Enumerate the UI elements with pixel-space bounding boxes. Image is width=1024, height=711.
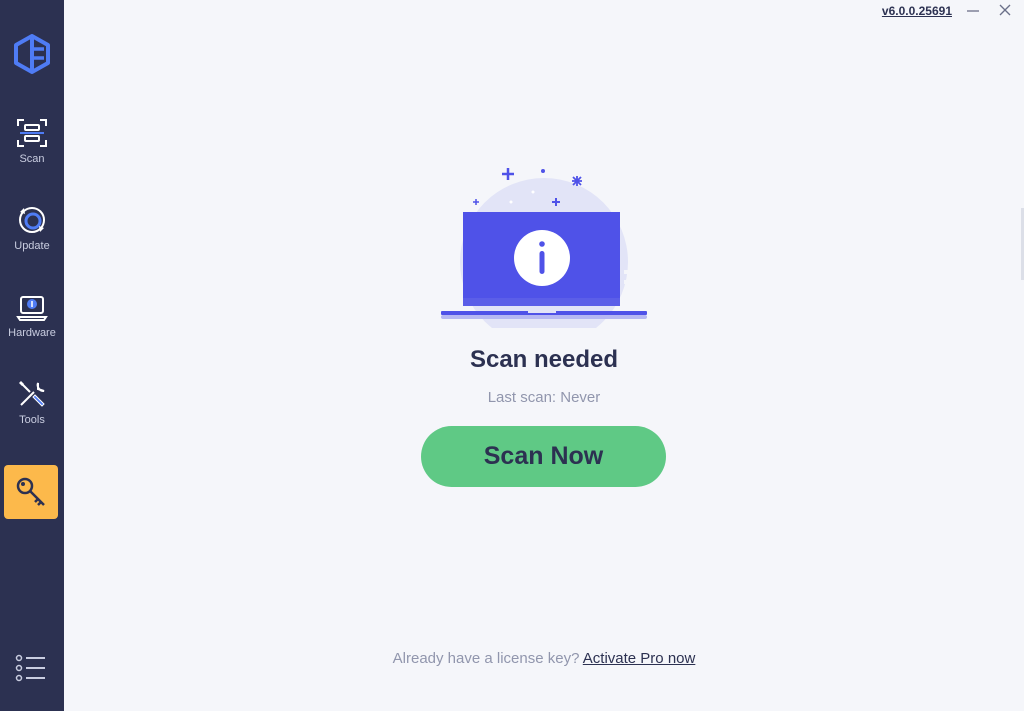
minimize-icon[interactable]	[958, 0, 988, 22]
sidebar-item-scan[interactable]: Scan	[0, 117, 64, 197]
license-prompt-text: Already have a license key?	[392, 650, 580, 667]
app-window: Scan Update Hardware Tools v6.0.0.25691 …	[0, 0, 1024, 711]
laptop-info-illustration	[438, 168, 650, 328]
sidebar-item-label: Scan	[19, 153, 45, 165]
scan-icon	[17, 119, 47, 147]
sidebar-item-tools[interactable]: Tools	[0, 378, 64, 458]
key-icon	[16, 477, 45, 506]
last-scan-text: Last scan: Never	[487, 389, 601, 406]
app-logo-icon	[14, 34, 50, 74]
sidebar-item-label: Hardware	[8, 327, 56, 339]
update-icon	[19, 207, 45, 233]
sidebar-item-hardware[interactable]: Hardware	[0, 291, 64, 371]
license-prompt: Already have a license key? Activate Pro…	[64, 650, 1024, 667]
version-label[interactable]: v6.0.0.25691	[882, 4, 952, 18]
activate-pro-link[interactable]: Activate Pro now	[583, 650, 696, 667]
sidebar-item-label: Update	[14, 240, 50, 252]
scan-now-button[interactable]: Scan Now	[421, 426, 666, 487]
sidebar-item-label: Tools	[19, 414, 45, 426]
status-title: Scan needed	[469, 346, 619, 373]
sidebar-item-license[interactable]	[4, 465, 58, 519]
sidebar: Scan Update Hardware Tools	[0, 0, 64, 711]
close-icon[interactable]	[990, 0, 1020, 22]
menu-icon[interactable]	[15, 654, 47, 682]
tools-icon	[19, 381, 45, 407]
sidebar-item-update[interactable]: Update	[0, 204, 64, 284]
hardware-icon	[16, 296, 48, 321]
